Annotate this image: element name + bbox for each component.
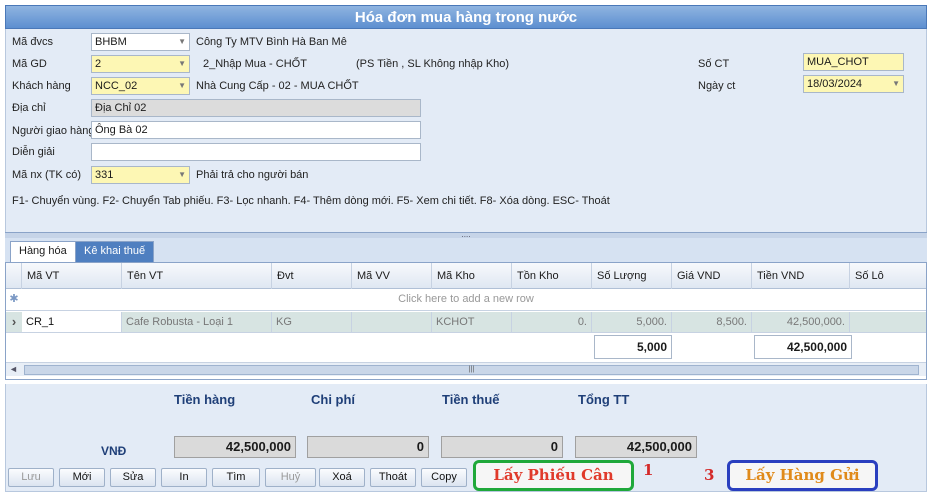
cell-ma-vt[interactable]: CR_1: [22, 312, 122, 332]
ma-dvcs-label: Mã đvcs: [12, 36, 53, 48]
dien-giai-label: Diễn giải: [12, 146, 55, 158]
nguoi-giao-hang-label: Người giao hàng: [12, 125, 95, 137]
so-ct-label: Số CT: [698, 58, 730, 70]
col-ton-kho[interactable]: Tồn Kho: [512, 263, 592, 289]
copy-button[interactable]: Copy: [421, 468, 467, 487]
khach-hang-desc: Nhà Cung Cấp - 02 - MUA CHỐT: [196, 80, 359, 92]
row-indicator-header: [6, 263, 22, 289]
cell-so-luong[interactable]: 5,000.: [592, 312, 672, 332]
lay-phieu-can-button[interactable]: Lấy Phiếu Cân: [473, 460, 634, 491]
tien-hang-value: 42,500,000: [174, 436, 296, 458]
annotation-number-1: 1: [643, 461, 654, 479]
sum-tien-vnd: 42,500,000: [754, 335, 852, 359]
col-ma-vt[interactable]: Mã VT: [22, 263, 122, 289]
tien-hang-label: Tiền hàng: [174, 392, 236, 407]
delete-button[interactable]: Xoá: [319, 468, 365, 487]
tong-tt-value: 42,500,000: [575, 436, 697, 458]
find-button[interactable]: Tìm: [212, 468, 260, 487]
ma-nx-label: Mã nx (TK có): [12, 169, 82, 181]
col-so-luong[interactable]: Số Lượng: [592, 263, 672, 289]
scroll-thumb[interactable]: |||: [24, 365, 919, 375]
add-row-icon: ✱: [9, 293, 19, 305]
nguoi-giao-hang-field[interactable]: Ông Bà 02: [91, 121, 421, 139]
khach-hang-value: NCC_02: [95, 80, 138, 92]
ma-gd-note: (PS Tiền , SL Không nhập Kho): [356, 58, 510, 70]
col-ten-vt[interactable]: Tên VT: [122, 263, 272, 289]
ma-nx-value: 331: [95, 169, 114, 181]
col-ma-kho[interactable]: Mã Kho: [432, 263, 512, 289]
ngay-ct-field[interactable]: 18/03/2024 ▼: [803, 75, 904, 93]
col-so-lo[interactable]: Số Lô: [850, 263, 926, 289]
tab-strip: Hàng hóa Kê khai thuế: [5, 238, 927, 262]
horizontal-scrollbar[interactable]: ◄ |||: [6, 362, 926, 376]
chevron-down-icon[interactable]: ▼: [892, 76, 900, 92]
cell-tien-vnd[interactable]: 42,500,000.: [752, 312, 850, 332]
dia-chi-field[interactable]: Địa Chỉ 02: [91, 99, 421, 117]
ma-nx-combo[interactable]: 331 ▼: [91, 166, 190, 184]
lay-hang-gui-button[interactable]: Lấy Hàng Gửi: [727, 460, 878, 491]
ma-nx-desc: Phải trả cho người bán: [196, 169, 309, 181]
khach-hang-combo[interactable]: NCC_02 ▼: [91, 77, 190, 95]
table-row[interactable]: › CR_1 Cafe Robusta - Loại 1 KG KCHOT 0.…: [6, 312, 926, 333]
current-row-icon: ›: [11, 314, 17, 329]
ma-dvcs-desc: Công Ty MTV Bình Hà Ban Mê: [196, 36, 347, 48]
new-button[interactable]: Mới: [59, 468, 105, 487]
cell-ma-vv[interactable]: [352, 312, 432, 332]
add-row-text: Click here to add a new row: [398, 293, 534, 305]
cell-ton-kho[interactable]: 0.: [512, 312, 592, 332]
col-tien-vnd[interactable]: Tiền VND: [752, 263, 850, 289]
chevron-down-icon[interactable]: ▼: [178, 34, 186, 50]
chevron-down-icon[interactable]: ▼: [178, 56, 186, 72]
shortcut-hint: F1- Chuyển vùng. F2- Chuyển Tab phiếu. F…: [12, 195, 610, 207]
window-title: Hóa đơn mua hàng trong nước: [5, 5, 927, 29]
col-gia-vnd[interactable]: Giá VND: [672, 263, 752, 289]
chi-phi-label: Chi phí: [311, 392, 356, 407]
cell-gia-vnd[interactable]: 8,500.: [672, 312, 752, 332]
col-dvt[interactable]: Đvt: [272, 263, 352, 289]
ngay-ct-value: 18/03/2024: [807, 78, 863, 90]
dien-giai-field[interactable]: [91, 143, 421, 161]
ngay-ct-label: Ngày ct: [698, 80, 736, 92]
dia-chi-label: Địa chỉ: [12, 102, 46, 114]
chevron-down-icon[interactable]: ▼: [178, 167, 186, 183]
so-ct-field[interactable]: MUA_CHOT: [803, 53, 904, 71]
header-panel: Mã đvcs BHBM ▼ Công Ty MTV Bình Hà Ban Mê…: [5, 29, 927, 232]
tong-tt-label: Tổng TT: [578, 392, 630, 407]
ma-gd-label: Mã GD: [12, 58, 47, 70]
sum-so-luong: 5,000: [594, 335, 672, 359]
grid-summary-row: 5,000 42,500,000: [6, 333, 926, 359]
grid-header: Mã VT Tên VT Đvt Mã VV Mã Kho Tồn Kho Số…: [6, 263, 926, 289]
cancel-button[interactable]: Huỷ: [265, 468, 316, 487]
khach-hang-label: Khách hàng: [12, 80, 71, 92]
scroll-left-icon[interactable]: ◄: [9, 364, 18, 374]
col-ma-vv[interactable]: Mã VV: [352, 263, 432, 289]
currency-label: VNĐ: [101, 444, 127, 458]
add-new-row[interactable]: ✱ Click here to add a new row: [6, 289, 926, 311]
tien-thue-label: Tiền thuế: [442, 392, 500, 407]
annotation-number-3: 3: [704, 466, 715, 484]
cell-ma-kho[interactable]: KCHOT: [432, 312, 512, 332]
ma-gd-combo[interactable]: 2 ▼: [91, 55, 190, 73]
chevron-down-icon[interactable]: ▼: [178, 78, 186, 94]
ma-dvcs-combo[interactable]: BHBM ▼: [91, 33, 190, 51]
edit-button[interactable]: Sửa: [110, 468, 156, 487]
cell-ten-vt[interactable]: Cafe Robusta - Loại 1: [122, 312, 272, 332]
tab-ke-khai-thue[interactable]: Kê khai thuế: [75, 241, 155, 262]
save-button[interactable]: Lưu: [8, 468, 54, 487]
chi-phi-value: 0: [307, 436, 429, 458]
totals-panel: Tiền hàng Chi phí Tiền thuế Tổng TT VNĐ …: [5, 384, 927, 464]
cell-so-lo[interactable]: [850, 312, 926, 332]
ma-gd-value: 2: [95, 58, 102, 70]
tab-hang-hoa[interactable]: Hàng hóa: [10, 241, 76, 262]
print-button[interactable]: In: [161, 468, 207, 487]
exit-button[interactable]: Thoát: [370, 468, 416, 487]
ma-dvcs-value: BHBM: [95, 36, 127, 48]
items-grid: Mã VT Tên VT Đvt Mã VV Mã Kho Tồn Kho Số…: [5, 262, 927, 380]
ma-gd-desc: 2_Nhập Mua - CHỐT: [203, 58, 307, 70]
tien-thue-value: 0: [441, 436, 563, 458]
cell-dvt[interactable]: KG: [272, 312, 352, 332]
